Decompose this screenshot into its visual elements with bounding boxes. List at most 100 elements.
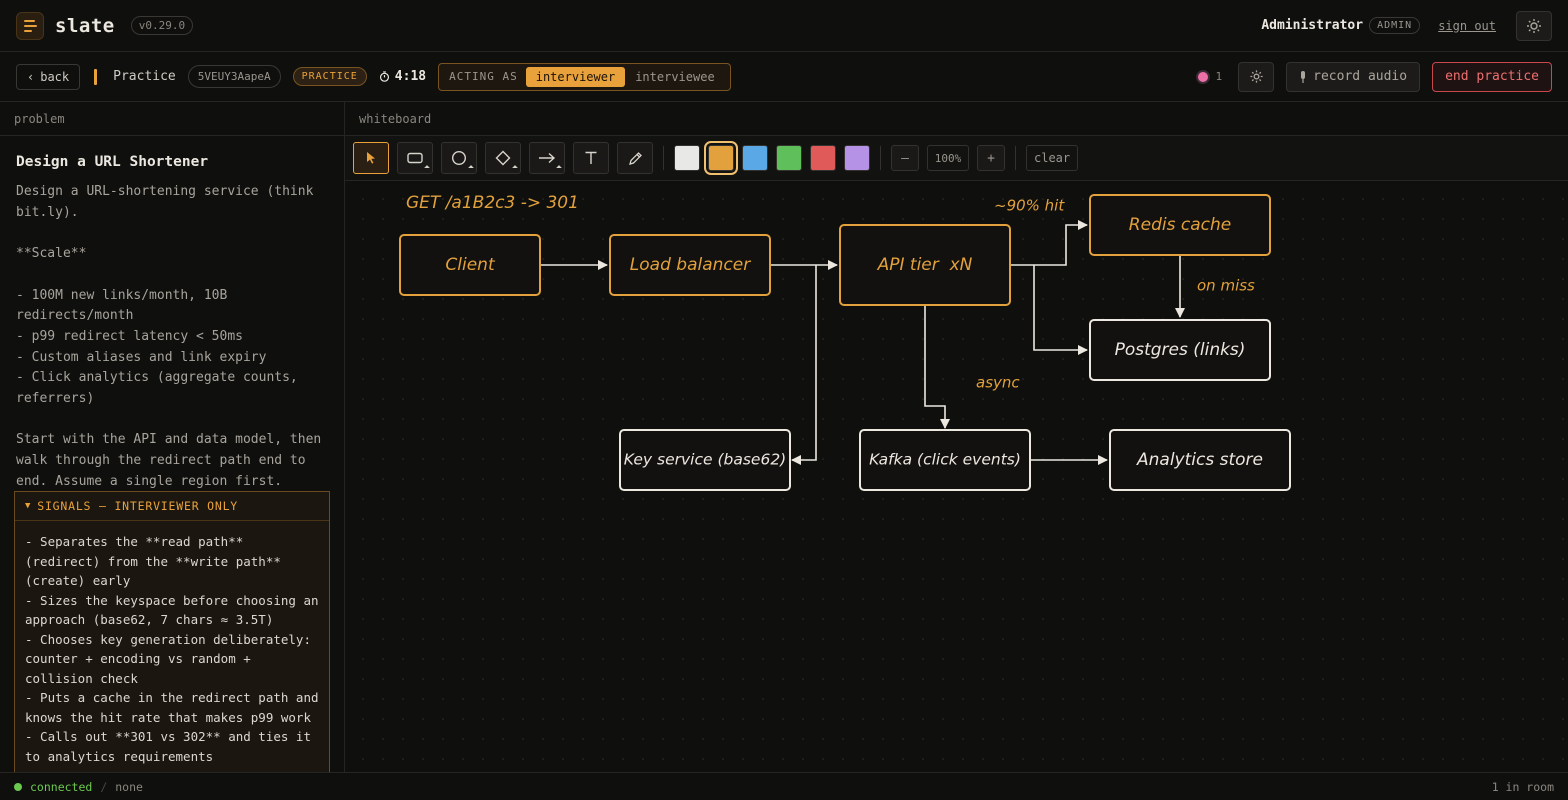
- problem-description: Design a URL-shortening service (think b…: [16, 184, 322, 488]
- zoom-out-button[interactable]: –: [891, 145, 919, 171]
- node-kafka-label: Kafka (click events): [869, 451, 1021, 469]
- arrow-api-to-keyservice[interactable]: [791, 265, 817, 465]
- rectangle-icon: [407, 152, 423, 164]
- toolbar-divider: [880, 146, 881, 170]
- role-option-interviewee[interactable]: interviewee: [625, 67, 724, 87]
- node-client-label: Client: [445, 255, 496, 275]
- session-title: Practice: [113, 69, 176, 84]
- node-redis-cache-label: Redis cache: [1129, 215, 1231, 235]
- node-api-tier-label: API tier xN: [877, 255, 973, 275]
- session-settings-button[interactable]: [1238, 61, 1275, 92]
- zoom-level: 100%: [927, 145, 969, 171]
- session-code[interactable]: 5VEUY3AapeA: [187, 65, 281, 88]
- problem-title: Design a URL Shortener: [16, 154, 209, 170]
- connection-status: connected: [30, 779, 93, 794]
- node-load-balancer-label: Load balancer: [630, 255, 751, 275]
- annotation-hit-rate: ~90% hit: [994, 197, 1065, 215]
- top-bar: slate v0.29.0 Administrator ADMIN sign o…: [0, 0, 1568, 52]
- mode-badge: PRACTICE: [292, 67, 367, 86]
- tool-options-indicator: [556, 165, 562, 171]
- zoom-in-button[interactable]: +: [977, 145, 1005, 171]
- tool-options-indicator: [468, 165, 474, 171]
- signals-title: SIGNALS — INTERVIEWER ONLY: [37, 499, 239, 513]
- color-swatch-purple[interactable]: [844, 145, 870, 171]
- node-analytics-store-label: Analytics store: [1136, 450, 1263, 470]
- signals-content: - Separates the **read path** (redirect)…: [25, 534, 319, 764]
- whiteboard-header: whiteboard: [345, 102, 1568, 136]
- whiteboard-toolbar: – 100% + clear: [345, 136, 1568, 181]
- color-swatch-blue[interactable]: [742, 145, 768, 171]
- color-swatch-red[interactable]: [810, 145, 836, 171]
- timer-value: 4:18: [394, 69, 427, 84]
- timer: 4:18: [379, 69, 426, 84]
- color-swatch-white[interactable]: [674, 145, 700, 171]
- peer-status: none: [115, 779, 143, 794]
- cursor-icon: [367, 152, 375, 164]
- text-icon: [585, 151, 597, 164]
- sign-out-link[interactable]: sign out: [1438, 19, 1496, 33]
- arrow-tool[interactable]: [529, 142, 565, 174]
- acting-as-label: ACTING AS: [449, 70, 518, 83]
- whiteboard-panel: whiteboard – 100% + clear Client Load ba…: [345, 102, 1568, 772]
- signals-toggle[interactable]: ▼ SIGNALS — INTERVIEWER ONLY: [15, 492, 329, 521]
- arrow-api-to-redis[interactable]: [1010, 220, 1088, 266]
- presence-indicator: 1: [1195, 69, 1223, 84]
- whiteboard-canvas[interactable]: Client Load balancer API tier xN Redis c…: [345, 181, 1568, 772]
- back-button[interactable]: ‹ back: [16, 63, 81, 90]
- back-label: back: [40, 69, 70, 84]
- app-name: slate: [55, 14, 115, 37]
- arrow-api-to-kafka[interactable]: [924, 305, 950, 429]
- diamond-tool[interactable]: [485, 142, 521, 174]
- stopwatch-icon: [379, 71, 389, 82]
- user-name: Administrator: [1261, 18, 1364, 33]
- microphone-icon: [1301, 70, 1306, 83]
- chevron-left-icon: ‹: [27, 69, 35, 84]
- select-tool[interactable]: [353, 142, 389, 174]
- annotation-on-miss: on miss: [1197, 277, 1255, 295]
- sun-icon: [1527, 18, 1541, 33]
- accent-divider: [94, 68, 98, 85]
- room-count: 1 in room: [1491, 779, 1554, 794]
- node-key-service-label: Key service (base62): [624, 451, 786, 469]
- problem-panel: problem Design a URL Shortener Design a …: [0, 102, 345, 774]
- status-bar: connected / none 1 in room: [0, 772, 1568, 800]
- signals-section: ▼ SIGNALS — INTERVIEWER ONLY - Separates…: [14, 491, 330, 774]
- version-badge: v0.29.0: [130, 16, 194, 35]
- session-bar: ‹ back Practice 5VEUY3AapeA PRACTICE 4:1…: [0, 52, 1568, 102]
- ellipse-tool[interactable]: [441, 142, 477, 174]
- diagram: Client Load balancer API tier xN Redis c…: [399, 193, 1291, 491]
- color-swatch-green[interactable]: [776, 145, 802, 171]
- acting-as-toggle: ACTING AS interviewer interviewee: [438, 62, 731, 91]
- record-audio-label: record audio: [1313, 69, 1408, 84]
- toolbar-divider: [1015, 146, 1016, 170]
- problem-content[interactable]: Design a URL Shortener Design a URL-shor…: [0, 136, 344, 488]
- arrow-api-to-postgres[interactable]: [1033, 265, 1088, 355]
- logo-icon: [16, 11, 44, 40]
- record-audio-button[interactable]: record audio: [1286, 61, 1421, 92]
- text-tool[interactable]: [573, 142, 609, 174]
- rectangle-tool[interactable]: [397, 142, 433, 174]
- circle-icon: [451, 150, 467, 166]
- arrow-right-icon: [539, 152, 556, 164]
- status-separator: /: [100, 779, 108, 794]
- tool-options-indicator: [512, 165, 518, 171]
- role-option-interviewer[interactable]: interviewer: [525, 66, 626, 87]
- pencil-icon: [628, 151, 642, 165]
- color-swatch-orange[interactable]: [704, 141, 738, 175]
- node-postgres-label: Postgres (links): [1115, 340, 1246, 360]
- connection-status-dot: [14, 782, 22, 791]
- diamond-icon: [495, 150, 511, 166]
- theme-toggle-button[interactable]: [1516, 10, 1552, 41]
- toolbar-divider: [663, 146, 664, 170]
- clear-button[interactable]: clear: [1026, 145, 1079, 171]
- problem-panel-header: problem: [0, 102, 344, 136]
- role-badge: ADMIN: [1369, 17, 1421, 34]
- caret-down-icon: ▼: [25, 501, 32, 511]
- gear-icon: [1250, 70, 1263, 83]
- presence-count: 1: [1215, 70, 1223, 83]
- user-avatar: [1195, 69, 1210, 84]
- tool-options-indicator: [424, 165, 430, 171]
- end-practice-button[interactable]: end practice: [1432, 61, 1552, 92]
- pen-tool[interactable]: [617, 142, 653, 174]
- annotation-redirect: GET /a1B2c3 -> 301: [406, 193, 579, 213]
